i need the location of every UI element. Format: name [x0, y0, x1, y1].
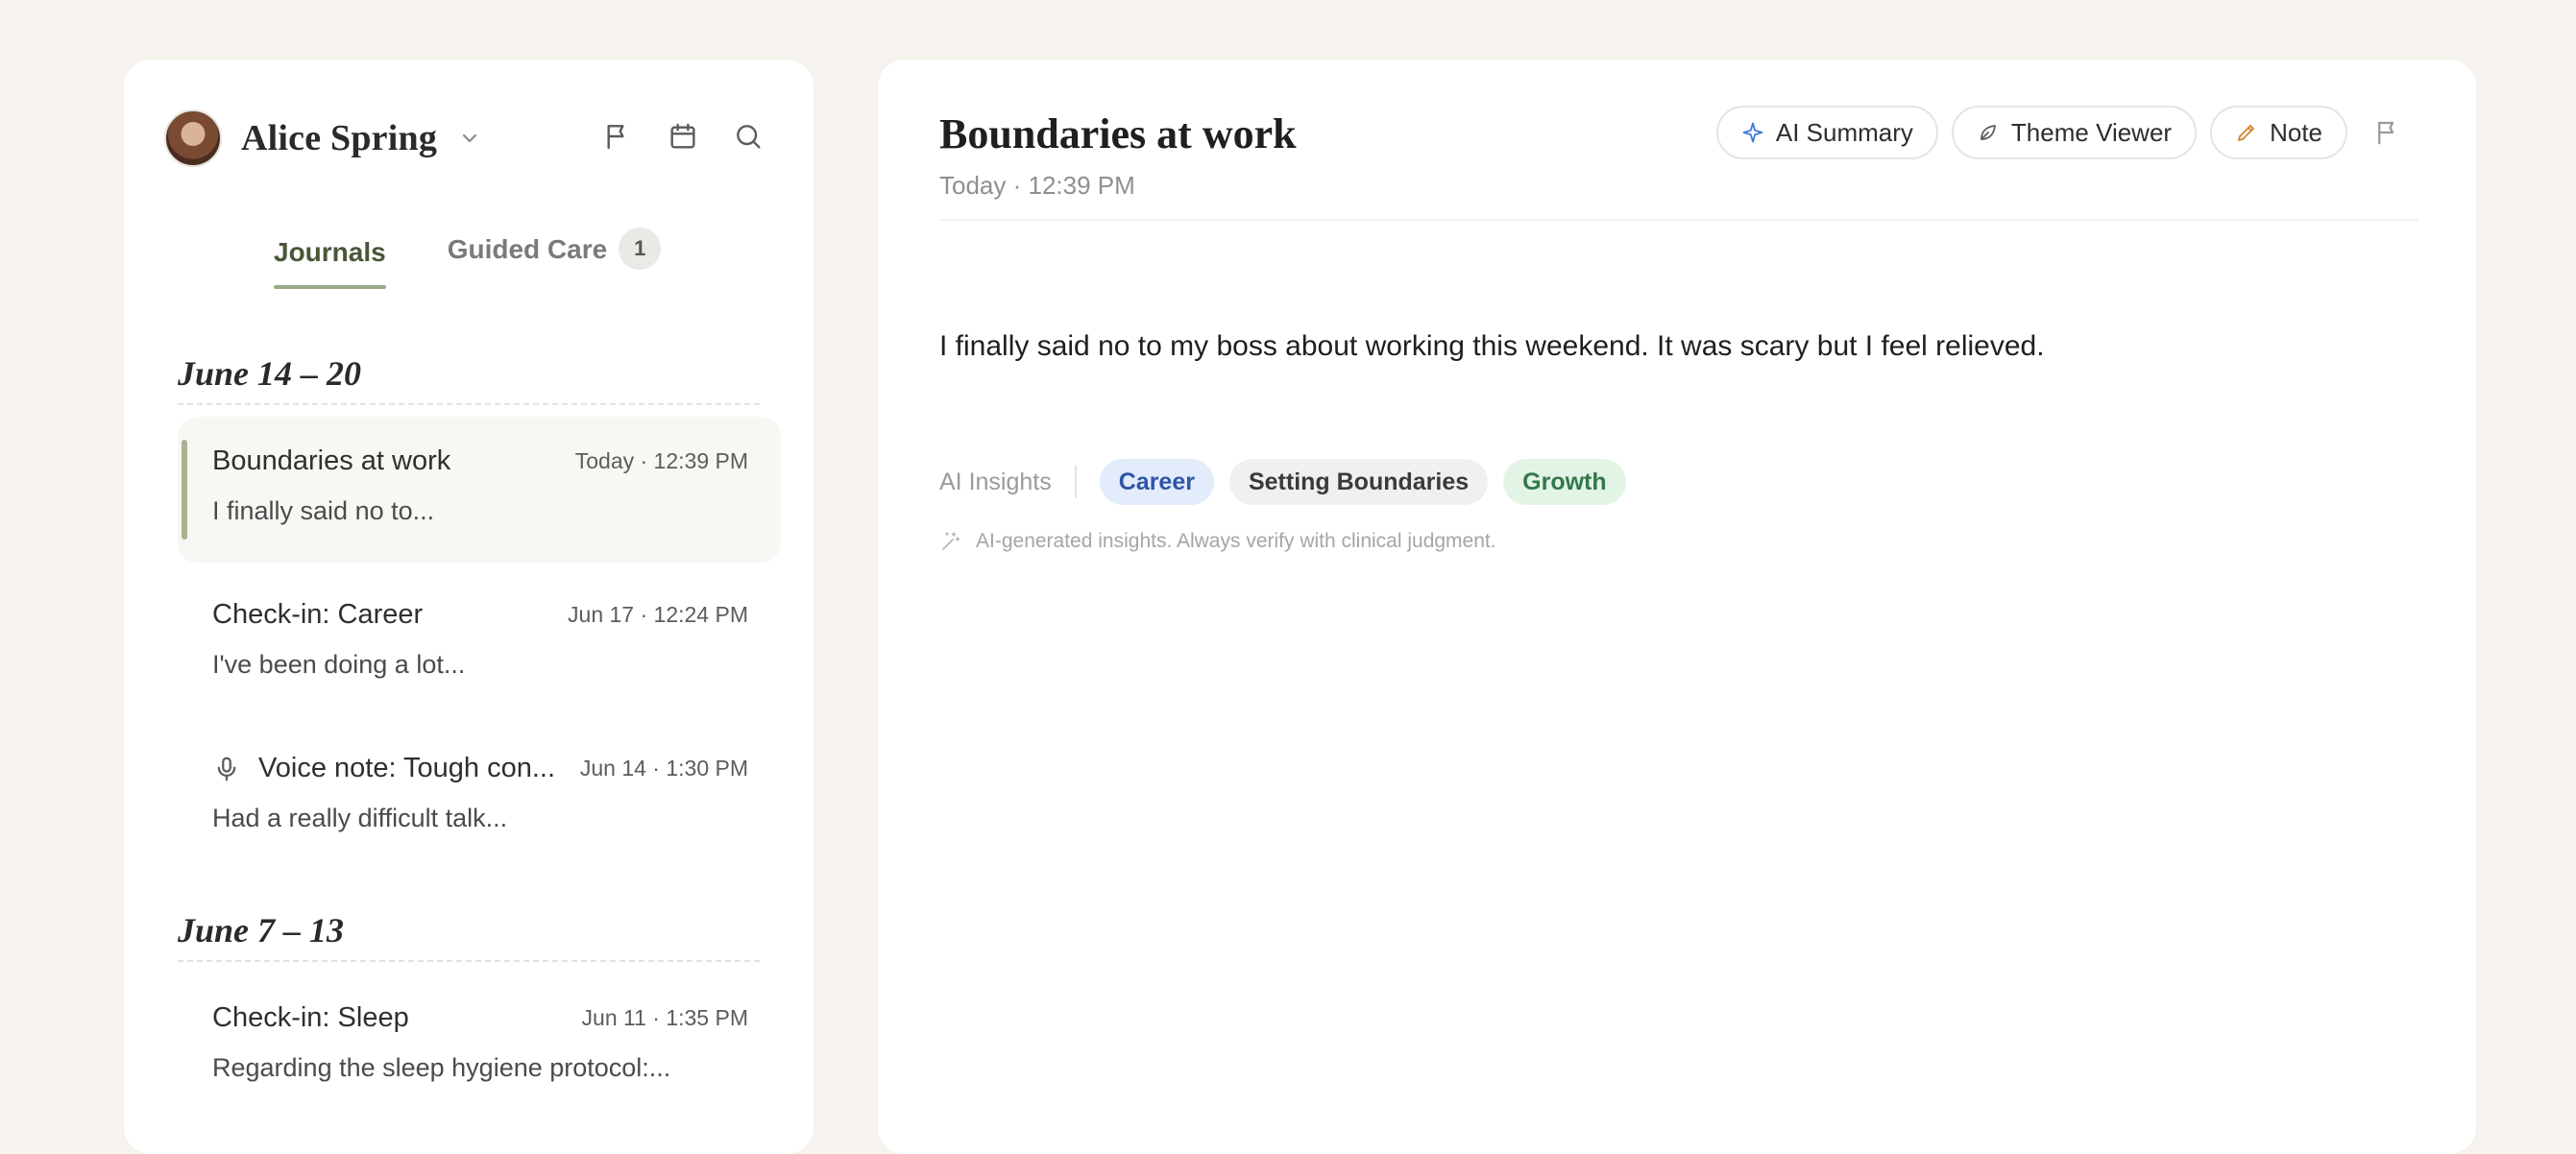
entry-detail-date: Today · 12:39 PM	[939, 171, 1135, 200]
ai-summary-label: AI Summary	[1775, 117, 1913, 147]
theme-viewer-button[interactable]: Theme Viewer	[1951, 106, 2198, 159]
theme-viewer-label: Theme Viewer	[2010, 117, 2173, 147]
flag-entry-button[interactable]	[2361, 106, 2415, 159]
entry-title-row: Voice note: Tough con...	[212, 753, 555, 784]
entry-date: Today · 12:39 PM	[574, 448, 748, 473]
entry-date: Jun 14 · 1:30 PM	[579, 756, 748, 781]
avatar	[164, 109, 222, 167]
flag-icon	[2378, 121, 2394, 145]
entry-title: Check-in: Career	[212, 599, 424, 630]
week-heading: June 14 – 20	[178, 353, 760, 405]
tab-guided-care[interactable]: Guided Care 1	[447, 228, 662, 291]
ai-disclaimer: AI-generated insights. Always verify wit…	[939, 530, 1496, 553]
profile-name: Alice Spring	[241, 118, 438, 158]
entry-detail-title: Boundaries at work	[939, 110, 1297, 157]
ai-disclaimer-text: AI-generated insights. Always verify wit…	[976, 530, 1496, 552]
entry-preview: I've been doing a lot...	[212, 650, 466, 679]
entry-actions: AI Summary Theme Viewer Note	[1715, 106, 2415, 159]
journal-sidebar: Alice Spring Journals Guided Care 1 June…	[124, 60, 814, 1154]
profile-switcher[interactable]: Alice Spring	[164, 109, 481, 167]
entry-date: Jun 17 · 12:24 PM	[568, 602, 748, 627]
header-divider	[939, 219, 2418, 221]
insight-tag[interactable]: Career	[1099, 459, 1214, 505]
pencil-icon	[2238, 125, 2254, 141]
week-heading: June 7 – 13	[178, 910, 760, 962]
entry-title: Voice note: Tough con...	[258, 753, 556, 783]
journal-entry[interactable]: Voice note: Tough con... Jun 14 · 1:30 P…	[178, 724, 781, 870]
flag-icon[interactable]	[602, 121, 633, 152]
sparkle-icon	[1742, 122, 1763, 143]
journal-entry[interactable]: Boundaries at work Today · 12:39 PM I fi…	[178, 417, 781, 563]
search-icon[interactable]	[733, 121, 764, 152]
tab-journals[interactable]: Journals	[274, 237, 386, 289]
entry-preview: I finally said no to...	[212, 496, 435, 525]
chevron-down-icon[interactable]	[458, 127, 481, 150]
note-button[interactable]: Note	[2210, 106, 2347, 159]
entry-preview: Had a really difficult talk...	[212, 804, 508, 832]
microphone-icon	[217, 757, 236, 781]
guided-care-count-badge: 1	[619, 228, 662, 270]
tab-journals-label: Journals	[274, 236, 386, 267]
magic-sparkles-icon	[942, 532, 960, 550]
ai-insights-label: AI Insights	[939, 468, 1052, 495]
calendar-icon[interactable]	[668, 121, 698, 152]
sidebar-toolbar	[602, 121, 764, 152]
entry-title: Check-in: Sleep	[212, 1002, 409, 1033]
insight-tag[interactable]: Growth	[1503, 459, 1626, 505]
note-label: Note	[2270, 117, 2322, 147]
journal-detail-panel: Boundaries at work Today · 12:39 PM AI S…	[878, 60, 2476, 1154]
journal-entry[interactable]: Check-in: Career Jun 17 · 12:24 PM I've …	[178, 570, 781, 716]
ai-summary-button[interactable]: AI Summary	[1715, 106, 1938, 159]
entry-date: Jun 11 · 1:35 PM	[581, 1005, 748, 1030]
entry-body: I finally said no to my boss about worki…	[939, 330, 2045, 362]
leaf-icon	[1981, 125, 1996, 140]
entry-preview: Regarding the sleep hygiene protocol:...	[212, 1053, 671, 1082]
ai-insights-row: AI Insights Career Setting Boundaries Gr…	[939, 459, 1641, 505]
sidebar-tabs: Journals Guided Care 1	[274, 228, 662, 291]
journal-entry[interactable]: Check-in: Sleep Jun 11 · 1:35 PM Regardi…	[178, 974, 781, 1119]
entry-title: Boundaries at work	[212, 445, 451, 476]
tab-guided-care-label: Guided Care	[447, 234, 608, 264]
insight-tag[interactable]: Setting Boundaries	[1228, 459, 1489, 505]
divider	[1074, 466, 1077, 498]
